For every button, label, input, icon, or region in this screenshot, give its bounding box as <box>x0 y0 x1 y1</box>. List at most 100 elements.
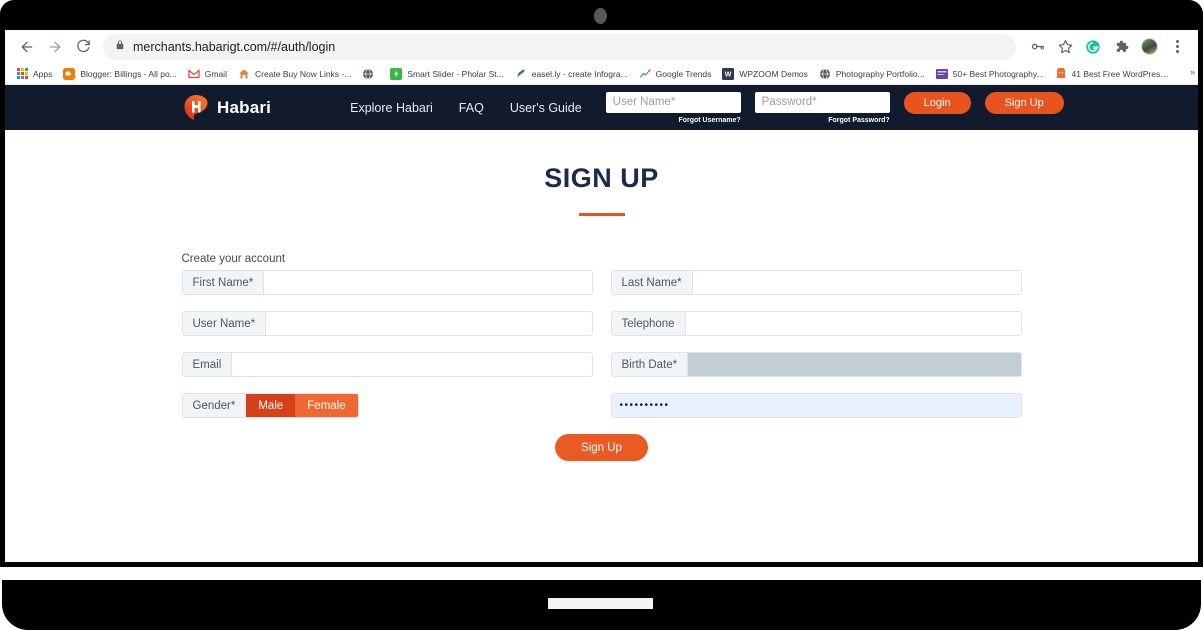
signup-form: Create your account First Name* Last Nam… <box>181 253 1022 461</box>
bookmark-photography-portfolio[interactable]: Photography Portfolio... <box>814 66 930 82</box>
first-name-group: First Name* <box>181 270 593 295</box>
password-key-icon[interactable] <box>1024 34 1050 60</box>
first-name-label: First Name* <box>182 271 265 294</box>
grammarly-icon[interactable] <box>1080 34 1106 60</box>
chrome-menu-icon[interactable] <box>1164 34 1190 60</box>
bookmark-smart-slider[interactable]: Smart Slider - Pholar St... <box>385 66 508 82</box>
page-heading-wrap: SIGN UP <box>5 130 1198 216</box>
email-label: Email <box>182 353 233 376</box>
nav-link-explore-habari[interactable]: Explore Habari <box>350 101 433 115</box>
nav-signup-button[interactable]: Sign Up <box>984 91 1064 114</box>
toolbar-actions <box>1024 34 1190 60</box>
forward-arrow-icon[interactable] <box>41 33 69 61</box>
forgot-username-link[interactable]: Forgot Username? <box>678 117 740 124</box>
bookmark-wpzoom-demos[interactable]: W WPZOOM Demos <box>717 66 812 82</box>
laptop-hinge-notch <box>548 598 653 609</box>
smart-slider-icon <box>390 67 403 80</box>
orange-badge-icon <box>1055 67 1067 80</box>
url-text: merchants.habarigt.com/#/auth/login <box>133 39 336 54</box>
telephone-label: Telephone <box>611 312 686 335</box>
brand-logo[interactable]: Habari <box>183 94 271 121</box>
bookmark-label: Google Trends <box>655 68 712 79</box>
purple-square-icon <box>935 68 948 80</box>
signup-submit-button[interactable]: Sign Up <box>555 434 648 461</box>
birth-date-input[interactable] <box>688 353 1021 376</box>
globe-icon <box>362 68 374 80</box>
webcam-icon <box>594 8 607 24</box>
bookmark-blogger[interactable]: Blogger: Billings - All po... <box>58 66 181 82</box>
apps-grid-icon <box>16 68 28 80</box>
bookmark-easelly[interactable]: easel.ly - create Infogra... <box>510 66 633 82</box>
login-button[interactable]: Login <box>903 91 971 114</box>
forgot-password-link[interactable]: Forgot Password? <box>828 117 889 124</box>
password-input[interactable] <box>611 394 1021 417</box>
gmail-icon <box>188 68 200 80</box>
bookmark-label: 50+ Best Photography... <box>952 68 1044 79</box>
password-group <box>610 393 1022 418</box>
bookmark-star-icon[interactable] <box>1052 34 1078 60</box>
bookmark-gmail[interactable]: Gmail <box>183 66 232 82</box>
last-name-group: Last Name* <box>610 270 1022 295</box>
page-content: Habari Explore Habari FAQ User's Guide F… <box>5 85 1198 562</box>
heading-underline <box>578 213 625 216</box>
brand-name: Habari <box>217 97 272 117</box>
gender-group: Gender* Male Female <box>181 393 359 418</box>
laptop-bottom-bezel <box>0 562 1203 567</box>
gender-option-female[interactable]: Female <box>295 394 358 417</box>
nav-username-wrap: Forgot Username? <box>605 91 741 124</box>
svg-text:W: W <box>725 71 732 78</box>
bookmark-41-best-free-wordpress[interactable]: 41 Best Free WordPress... <box>1050 66 1175 82</box>
bookmark-google-trends[interactable]: Google Trends <box>634 66 717 82</box>
bookmarks-overflow-icon[interactable]: » <box>1190 67 1195 77</box>
user-name-label: User Name* <box>182 312 267 335</box>
address-bar[interactable]: merchants.habarigt.com/#/auth/login <box>103 33 1016 60</box>
email-input[interactable] <box>232 353 592 376</box>
telephone-input[interactable] <box>685 312 1021 335</box>
browser-window: merchants.habarigt.com/#/auth/login Apps… <box>5 30 1198 562</box>
browser-toolbar: merchants.habarigt.com/#/auth/login <box>5 30 1198 63</box>
last-name-input[interactable] <box>692 271 1021 294</box>
bookmark-label: Gmail <box>204 68 227 79</box>
bookmark-50-best-photography[interactable]: 50+ Best Photography... <box>931 66 1049 82</box>
gender-field-wrap: Gender* Male Female <box>181 393 593 418</box>
laptop-right-bezel <box>1198 30 1203 565</box>
birth-date-label: Birth Date* <box>611 353 689 376</box>
easelly-pen-icon <box>515 68 527 80</box>
lock-icon <box>115 38 125 56</box>
form-row-gender-password: Gender* Male Female <box>181 393 1022 418</box>
form-row-names: First Name* Last Name* <box>181 270 1022 295</box>
submit-row: Sign Up <box>182 434 1022 461</box>
profile-avatar[interactable] <box>1136 34 1162 60</box>
bookmark-label: WPZOOM Demos <box>739 68 808 79</box>
back-arrow-icon[interactable] <box>13 33 41 61</box>
form-row-username-phone: User Name* Telephone <box>181 311 1022 336</box>
bookmark-label: Create Buy Now Links -... <box>254 68 352 79</box>
gender-option-male[interactable]: Male <box>246 394 296 417</box>
site-navbar: Habari Explore Habari FAQ User's Guide F… <box>5 85 1198 130</box>
blogger-icon <box>63 67 76 80</box>
email-group: Email <box>181 352 593 377</box>
nav-link-faq[interactable]: FAQ <box>459 101 484 115</box>
nav-link-users-guide[interactable]: User's Guide <box>510 101 582 115</box>
user-name-input[interactable] <box>266 312 592 335</box>
nav-username-input[interactable] <box>605 91 741 113</box>
gender-label: Gender* <box>182 394 247 417</box>
password-field-wrap <box>610 393 1022 418</box>
reload-icon[interactable] <box>69 33 97 61</box>
nav-password-input[interactable] <box>754 91 890 113</box>
bookmark-globe-unnamed[interactable] <box>357 66 384 82</box>
wpzoom-icon: W <box>722 67 735 80</box>
trends-chart-icon <box>639 68 651 80</box>
bookmark-label: easel.ly - create Infogra... <box>531 68 628 79</box>
habari-logo-icon <box>183 94 209 121</box>
extensions-puzzle-icon[interactable] <box>1108 34 1134 60</box>
bookmark-apps[interactable]: Apps <box>11 66 57 82</box>
page-title: SIGN UP <box>544 163 659 193</box>
house-icon <box>238 68 250 80</box>
first-name-input[interactable] <box>264 271 592 294</box>
nav-password-wrap: Forgot Password? <box>754 91 890 124</box>
last-name-label: Last Name* <box>611 271 693 294</box>
globe-icon <box>819 68 831 80</box>
bookmark-create-buy-now-links[interactable]: Create Buy Now Links -... <box>233 66 356 82</box>
bookmark-label: Apps <box>33 68 53 79</box>
